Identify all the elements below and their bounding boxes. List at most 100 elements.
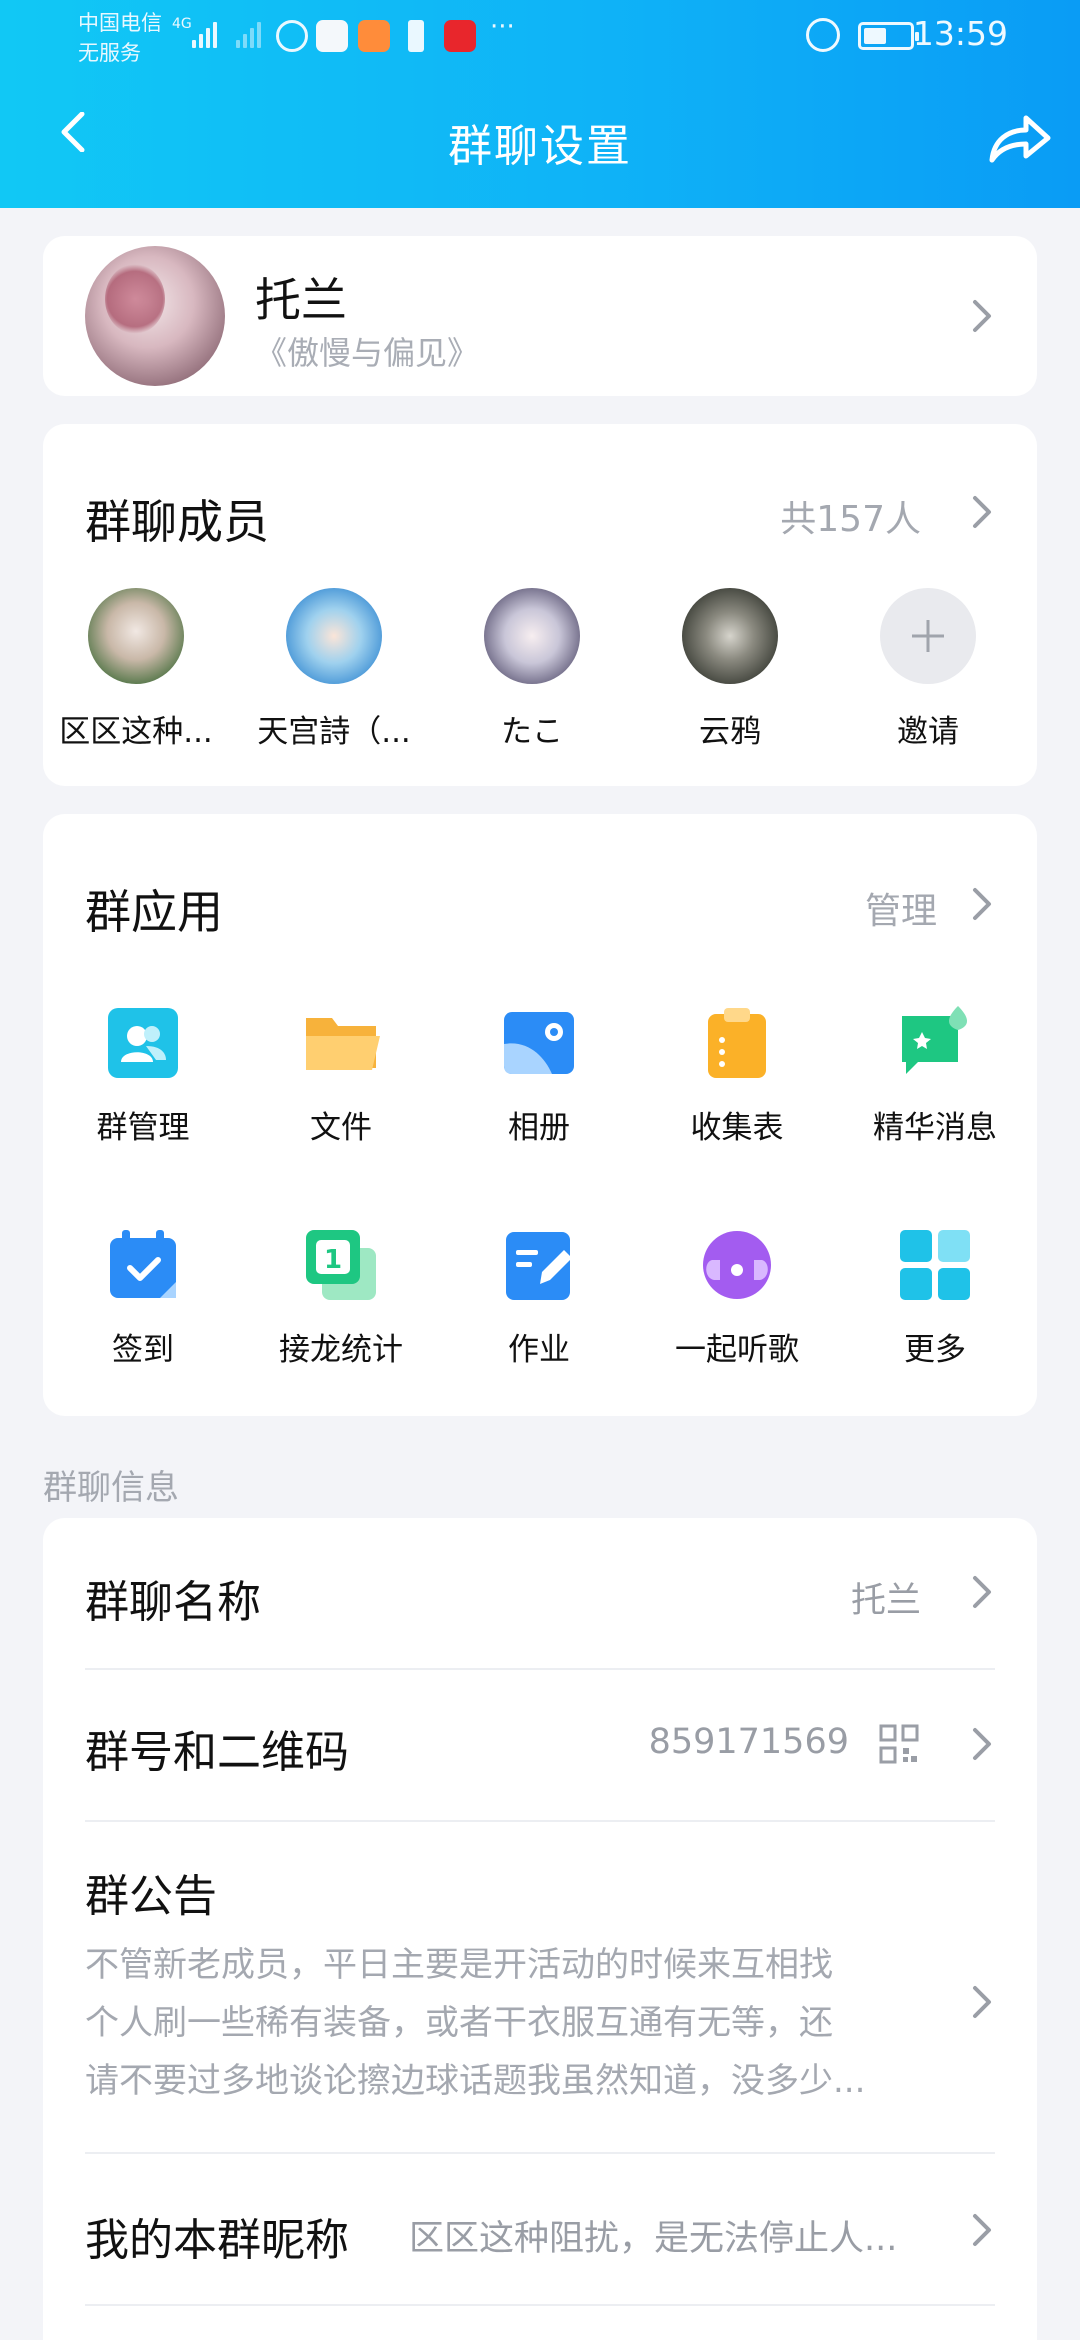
app-label: 作业 — [508, 1332, 570, 1368]
clock-time: 13:59 — [912, 14, 1008, 53]
divider — [85, 2304, 995, 2306]
group-info-card: 群聊名称 托兰 群号和二维码 859171569 群公告 不管新老成员，平日主要… — [43, 1518, 1037, 2340]
apps-title: 群应用 — [85, 885, 223, 939]
row-title: 群聊名称 — [85, 1577, 261, 1628]
chevron-right-icon — [971, 1724, 995, 1764]
app-label: 收集表 — [690, 1110, 784, 1146]
group-manage-icon — [104, 1004, 182, 1082]
invite-label: 邀请 — [897, 714, 959, 750]
music-app-icon — [276, 20, 308, 52]
netease-music-icon — [444, 20, 476, 52]
chevron-right-icon[interactable] — [971, 884, 995, 924]
app-listen-together[interactable]: 一起听歌 — [637, 1226, 837, 1369]
member-avatar — [286, 588, 382, 684]
folder-icon — [302, 1004, 380, 1082]
svg-text:1: 1 — [324, 1245, 342, 1275]
group-name-row[interactable]: 群聊名称 托兰 — [43, 1518, 1037, 1668]
carrier-status: 无服务 — [78, 41, 141, 65]
clipboard-icon — [698, 1004, 776, 1082]
row-value: 区区这种阻扰，是无法停止人... — [409, 2219, 898, 2259]
battery-icon — [858, 22, 919, 50]
my-nickname-row[interactable]: 我的本群昵称 区区这种阻扰，是无法停止人... — [43, 2154, 1037, 2304]
app-album[interactable]: 相册 — [439, 1004, 639, 1147]
app-relay-stats[interactable]: 1 接龙统计 — [241, 1226, 441, 1369]
notice-line: 个人刷一些稀有装备，或者干衣服互通有无等，还 — [85, 2003, 833, 2043]
app-label: 相册 — [508, 1110, 570, 1146]
chevron-right-icon — [971, 1982, 995, 2022]
member-item[interactable]: 天宫詩（... — [239, 588, 429, 751]
app-notification-icon — [316, 20, 348, 52]
homework-icon — [500, 1226, 578, 1304]
app-label: 一起听歌 — [675, 1332, 799, 1368]
share-icon[interactable] — [986, 110, 1052, 166]
header-bar: 中国电信 无服务 4G ··· 13:59 群聊设置 — [0, 0, 1080, 208]
group-number: 859171569 — [648, 1722, 849, 1762]
listen-together-icon — [698, 1226, 776, 1304]
notice-line: 请不要过多地谈论擦边球话题我虽然知道，没多少... — [85, 2061, 866, 2101]
status-bar: 中国电信 无服务 4G ··· 13:59 — [0, 0, 1080, 70]
member-name: 区区这种... — [59, 714, 213, 750]
app-checkin[interactable]: 签到 — [43, 1226, 243, 1369]
group-number-row[interactable]: 群号和二维码 859171569 — [43, 1670, 1037, 1820]
highlight-message-icon — [896, 1004, 974, 1082]
notice-content: 不管新老成员，平日主要是开活动的时候来互相找 个人刷一些稀有装备，或者干衣服互通… — [85, 1936, 965, 2110]
row-value: 托兰 — [850, 1581, 921, 1621]
group-avatar — [85, 246, 225, 386]
apps-manage-link[interactable]: 管理 — [865, 882, 937, 934]
signal-icon — [192, 18, 217, 48]
alarm-icon — [806, 18, 840, 52]
chevron-right-icon — [971, 2210, 995, 2250]
qr-code-icon — [879, 1724, 919, 1764]
sim-icon — [408, 20, 424, 52]
more-grid-icon — [896, 1226, 974, 1304]
app-more[interactable]: 更多 — [835, 1226, 1035, 1369]
member-name: たこ — [501, 714, 563, 750]
carrier-info: 中国电信 无服务 — [78, 8, 162, 68]
app-homework[interactable]: 作业 — [439, 1226, 639, 1369]
chevron-right-icon — [971, 296, 995, 336]
row-title: 群号和二维码 — [85, 1727, 349, 1778]
signal-secondary-icon — [236, 18, 261, 48]
group-subtitle: 《傲慢与偏见》 — [255, 334, 480, 372]
checkin-calendar-icon — [104, 1226, 182, 1304]
invite-button[interactable]: 邀请 — [833, 588, 1023, 751]
section-label: 群聊信息 — [43, 1468, 179, 1508]
more-notifications-icon: ··· — [490, 12, 515, 42]
app-label: 接龙统计 — [279, 1332, 403, 1368]
member-avatar — [484, 588, 580, 684]
carrier-name: 中国电信 — [78, 11, 162, 35]
app-label: 群管理 — [96, 1110, 190, 1146]
members-title: 群聊成员 — [85, 495, 269, 549]
member-avatar — [682, 588, 778, 684]
members-card: 群聊成员 共157人 区区这种... 天宫詩（... たこ 云鸦 邀请 — [43, 424, 1037, 786]
member-name: 天宫詩（... — [257, 714, 411, 750]
row-title: 我的本群昵称 — [85, 2215, 349, 2266]
chevron-right-icon — [971, 1572, 995, 1612]
group-apps-card: 群应用 管理 群管理 文件 相册 收集表 精华消息 签到 1 接龙统计 作业 一… — [43, 814, 1037, 1416]
video-app-icon — [358, 20, 390, 52]
group-profile-card[interactable]: 托兰 《傲慢与偏见》 — [43, 236, 1037, 396]
member-item[interactable]: 云鸦 — [635, 588, 825, 751]
group-name: 托兰 — [255, 273, 347, 327]
app-group-manage[interactable]: 群管理 — [43, 1004, 243, 1147]
album-icon — [500, 1004, 578, 1082]
member-item[interactable]: たこ — [437, 588, 627, 751]
app-label: 签到 — [112, 1332, 174, 1368]
plus-icon — [880, 588, 976, 684]
app-files[interactable]: 文件 — [241, 1004, 441, 1147]
member-name: 云鸦 — [699, 714, 761, 750]
member-avatar — [88, 588, 184, 684]
app-highlight-messages[interactable]: 精华消息 — [835, 1004, 1035, 1147]
chevron-right-icon[interactable] — [971, 492, 995, 532]
app-label: 更多 — [904, 1332, 966, 1368]
group-notice-row[interactable]: 群公告 不管新老成员，平日主要是开活动的时候来互相找 个人刷一些稀有装备，或者干… — [43, 1822, 1037, 2152]
network-type: 4G — [172, 16, 192, 32]
members-count[interactable]: 共157人 — [780, 490, 921, 542]
app-label: 文件 — [310, 1110, 372, 1146]
member-item[interactable]: 区区这种... — [41, 588, 231, 751]
notice-line: 不管新老成员，平日主要是开活动的时候来互相找 — [85, 1945, 833, 1985]
page-title: 群聊设置 — [448, 121, 632, 172]
app-collect-form[interactable]: 收集表 — [637, 1004, 837, 1147]
row-title: 群公告 — [85, 1871, 217, 1922]
relay-stats-icon: 1 — [302, 1226, 380, 1304]
